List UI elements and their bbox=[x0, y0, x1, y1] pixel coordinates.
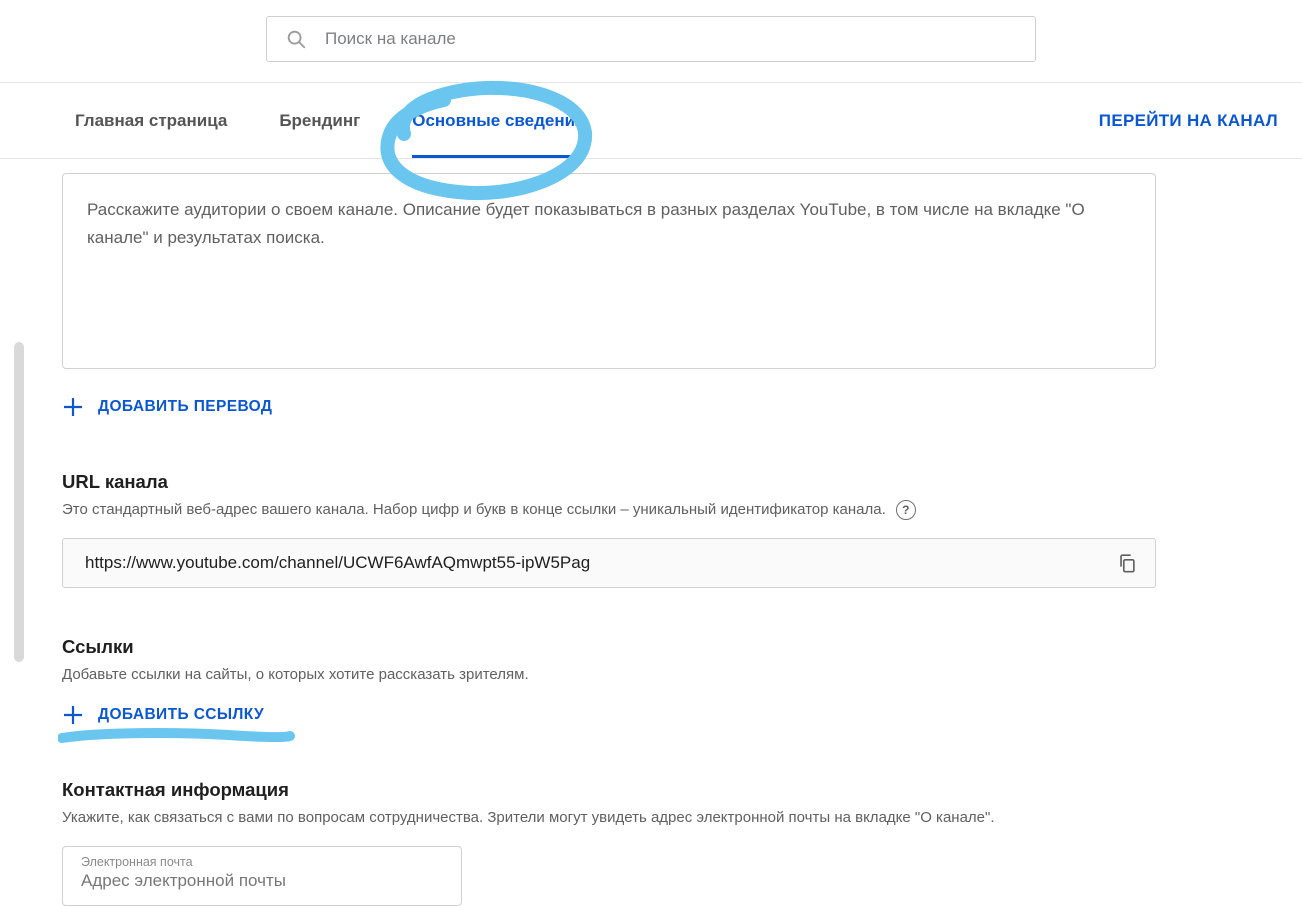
add-link-label: ДОБАВИТЬ ССЫЛКУ bbox=[98, 706, 264, 724]
url-section-subtitle-text: Это стандартный веб-адрес вашего канала.… bbox=[62, 499, 886, 522]
channel-url-box: https://www.youtube.com/channel/UCWF6Awf… bbox=[62, 538, 1156, 588]
add-translation-label: ДОБАВИТЬ ПЕРЕВОД bbox=[98, 398, 272, 416]
url-section-title: URL канала bbox=[62, 471, 1158, 493]
copy-icon[interactable] bbox=[1109, 545, 1145, 581]
search-area bbox=[0, 0, 1302, 83]
links-section-subtitle: Добавьте ссылки на сайты, о которых хоти… bbox=[62, 664, 1158, 687]
channel-url-value: https://www.youtube.com/channel/UCWF6Awf… bbox=[85, 553, 1109, 573]
add-translation-button[interactable]: ДОБАВИТЬ ПЕРЕВОД bbox=[62, 396, 272, 418]
help-icon[interactable]: ? bbox=[896, 500, 916, 520]
channel-description-textarea[interactable] bbox=[62, 173, 1156, 369]
tab-basic-info[interactable]: Основные сведения bbox=[412, 83, 585, 158]
go-to-channel-link[interactable]: ПЕРЕЙТИ НА КАНАЛ bbox=[1099, 111, 1278, 131]
main-content: ДОБАВИТЬ ПЕРЕВОД URL канала Это стандарт… bbox=[0, 159, 1158, 906]
links-section-title: Ссылки bbox=[62, 636, 1158, 658]
annotation-underline bbox=[58, 728, 298, 748]
add-link-button[interactable]: ДОБАВИТЬ ССЫЛКУ bbox=[62, 704, 264, 726]
search-box[interactable] bbox=[266, 16, 1036, 62]
contact-section-title: Контактная информация bbox=[62, 779, 1158, 801]
url-section-subtitle: Это стандартный веб-адрес вашего канала.… bbox=[62, 499, 1158, 522]
contact-section-subtitle: Укажите, как связаться с вами по вопроса… bbox=[62, 807, 1158, 830]
plus-icon bbox=[62, 704, 84, 726]
tab-branding[interactable]: Брендинг bbox=[279, 83, 360, 158]
tab-home[interactable]: Главная страница bbox=[75, 83, 227, 158]
tab-bar: Главная страница Брендинг Основные сведе… bbox=[0, 83, 1302, 159]
search-icon bbox=[285, 28, 307, 50]
plus-icon bbox=[62, 396, 84, 418]
search-input[interactable] bbox=[325, 29, 1017, 49]
links-section-subtitle-text: Добавьте ссылки на сайты, о которых хоти… bbox=[62, 664, 529, 687]
contact-section-subtitle-text: Укажите, как связаться с вами по вопроса… bbox=[62, 807, 995, 830]
email-field[interactable]: Электронная почта bbox=[62, 846, 462, 906]
email-float-label: Электронная почта bbox=[81, 855, 443, 869]
email-input[interactable] bbox=[81, 871, 443, 891]
